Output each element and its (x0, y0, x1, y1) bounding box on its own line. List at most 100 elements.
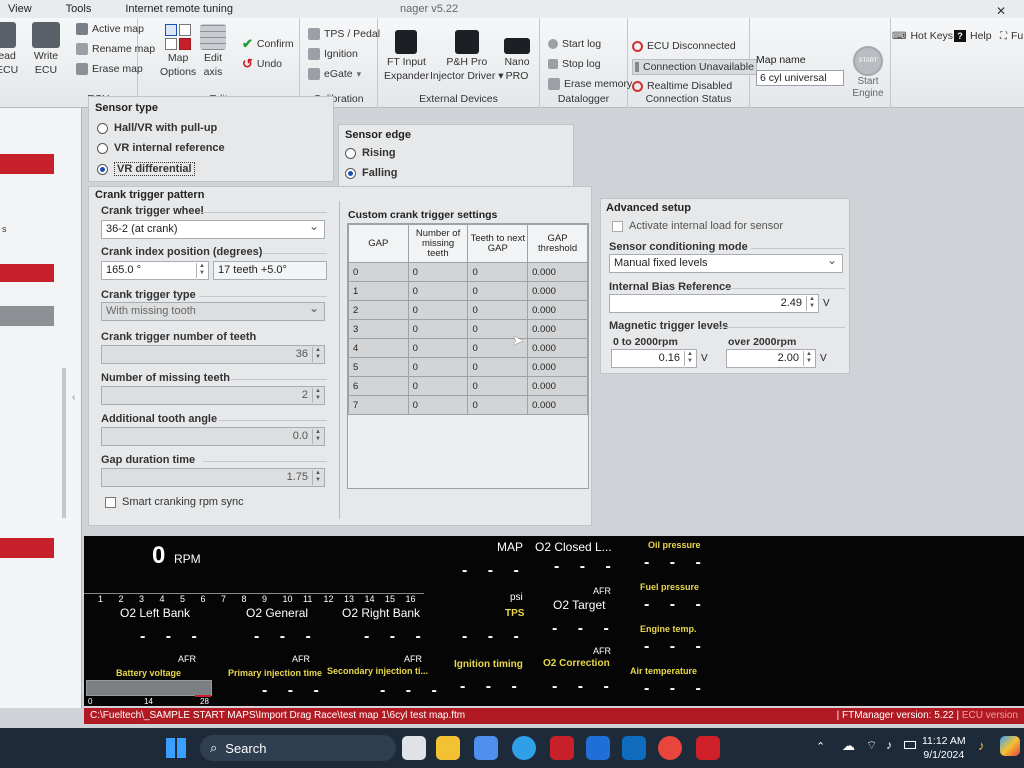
sidebar-item-grey[interactable] (0, 306, 54, 326)
table-cell[interactable]: 0 (407, 338, 469, 358)
table-cell[interactable]: 7 (348, 395, 409, 415)
ignition-button[interactable]: Ignition (308, 48, 358, 60)
battery-icon[interactable] (904, 741, 916, 749)
menu-internet-remote-tuning[interactable]: Internet remote tuning (125, 3, 233, 15)
magnetic-trigger-high-input[interactable]: 2.00 ▲ ▼ (726, 349, 816, 368)
notification-bell-icon[interactable]: ♪ (978, 738, 985, 753)
table-cell[interactable]: 0 (467, 300, 529, 320)
sensor-edge-option-rising[interactable]: Rising (345, 147, 396, 159)
table-cell[interactable]: 0.000 (527, 281, 588, 301)
hot-keys-button[interactable]: ⌨ Hot Keys (892, 30, 953, 42)
table-cell[interactable]: 0.000 (527, 300, 588, 320)
spinner-arrows-icon[interactable]: ▲ ▼ (312, 388, 323, 403)
menu-view[interactable]: View (8, 3, 32, 15)
table-cell[interactable]: 1 (348, 281, 409, 301)
sensor-type-option-2[interactable]: VR differential (97, 162, 195, 176)
table-cell[interactable]: 0 (407, 281, 469, 301)
copilot-icon[interactable] (1000, 736, 1020, 756)
ft-input-expander-button[interactable]: FT Input Expander (384, 30, 429, 82)
table-cell[interactable]: 6 (348, 376, 409, 396)
stop-log-button[interactable]: Stop log (548, 58, 601, 70)
menu-tools[interactable]: Tools (66, 3, 92, 15)
close-icon[interactable]: ✕ (996, 4, 1006, 18)
collapse-handle-icon[interactable]: ‹ (72, 392, 75, 403)
taskbar-clock[interactable]: 11:12 AM 9/1/2024 (922, 734, 966, 762)
table-cell[interactable]: 0 (407, 395, 469, 415)
task-view-icon[interactable] (402, 736, 426, 760)
cloud-icon[interactable]: ☁ (842, 738, 855, 754)
erase-map-button[interactable]: Erase map (76, 63, 143, 75)
wifi-icon[interactable]: ⌔ (866, 738, 877, 753)
table-cell[interactable]: 0.000 (527, 395, 588, 415)
map-name-field[interactable]: 6 cyl universal (756, 70, 844, 86)
spinner-arrows-icon[interactable]: ▲ ▼ (312, 429, 323, 444)
spinner-arrows-icon[interactable]: ▲ ▼ (806, 296, 817, 311)
table-cell[interactable]: 0.000 (527, 262, 588, 282)
ftmanager-icon[interactable] (696, 736, 720, 760)
table-cell[interactable]: 0 (467, 376, 529, 396)
table-cell[interactable]: 0 (467, 357, 529, 377)
table-cell[interactable]: 0 (467, 262, 529, 282)
table-cell[interactable]: 5 (348, 357, 409, 377)
table-cell[interactable]: 0.000 (527, 376, 588, 396)
crank-trigger-wheel-select[interactable]: 36-2 (at crank) (101, 219, 325, 239)
spinner-arrows-icon[interactable]: ▲ ▼ (312, 470, 323, 485)
table-cell[interactable]: 0 (407, 319, 469, 339)
spinner-arrows-icon[interactable]: ▲ ▼ (684, 351, 695, 366)
fullscreen-button[interactable]: ⛶ Fu (1000, 30, 1023, 42)
sidebar-scrollbar[interactable] (62, 368, 66, 518)
additional-tooth-angle-input[interactable]: 0.0 ▲ ▼ (101, 427, 325, 446)
mybp-app-icon[interactable] (586, 736, 610, 760)
volume-icon[interactable]: ♪ (886, 738, 892, 752)
undo-button[interactable]: ↺ Undo (242, 56, 282, 72)
help-button[interactable]: ? Help (954, 30, 992, 42)
sidebar-item-red-lower[interactable] (0, 538, 54, 558)
missing-teeth-input[interactable]: 2 ▲ ▼ (101, 386, 325, 405)
internal-bias-reference-input[interactable]: 2.49 ▲ ▼ (609, 294, 819, 313)
active-map-button[interactable]: Active map (76, 23, 144, 35)
crank-trigger-type-select[interactable]: With missing tooth (101, 301, 325, 321)
outlook-icon[interactable] (622, 736, 646, 760)
table-cell[interactable]: 0 (348, 262, 409, 282)
crank-trigger-teeth-input[interactable]: 36 ▲ ▼ (101, 345, 325, 364)
smart-cranking-checkbox[interactable]: Smart cranking rpm sync (105, 496, 244, 508)
tps-pedal-button[interactable]: TPS / Pedal (308, 28, 380, 40)
table-cell[interactable]: 0 (407, 357, 469, 377)
confirm-button[interactable]: ✔ Confirm (242, 36, 294, 52)
table-cell[interactable]: 0.000 (527, 319, 588, 339)
table-cell[interactable]: 0 (407, 376, 469, 396)
gap-duration-time-input[interactable]: 1.75 ▲ ▼ (101, 468, 325, 487)
sensor-edge-option-falling[interactable]: Falling (345, 167, 397, 179)
table-cell[interactable]: 2 (348, 300, 409, 320)
table-cell[interactable]: 3 (348, 319, 409, 339)
map-options-button[interactable]: Map Options (160, 24, 196, 78)
table-cell[interactable]: 0.000 (527, 357, 588, 377)
spinner-arrows-icon[interactable]: ▲ ▼ (803, 351, 814, 366)
table-cell[interactable]: 0 (467, 281, 529, 301)
start-log-button[interactable]: Start log (548, 38, 601, 50)
spinner-arrows-icon[interactable]: ▲ ▼ (196, 263, 207, 278)
spinner-arrows-icon[interactable]: ▲ ▼ (312, 347, 323, 362)
write-ecu-button[interactable]: Write ECU (32, 22, 60, 76)
taskbar-search[interactable]: ⌕ Search (200, 735, 396, 761)
help-app-icon[interactable] (512, 736, 536, 760)
store-icon[interactable] (474, 736, 498, 760)
activate-internal-load-checkbox[interactable]: Activate internal load for sensor (612, 220, 783, 232)
table-cell[interactable]: 4 (348, 338, 409, 358)
sidebar-item-red[interactable] (0, 264, 54, 282)
magnetic-trigger-low-input[interactable]: 0.16 ▲ ▼ (611, 349, 697, 368)
chrome-icon[interactable] (658, 736, 682, 760)
sidebar-item-partial[interactable]: s (2, 224, 7, 234)
sidebar-item-active[interactable] (0, 154, 54, 174)
mcafee-icon[interactable] (550, 736, 574, 760)
file-explorer-icon[interactable] (436, 736, 460, 760)
nano-pro-button[interactable]: Nano PRO (504, 38, 530, 82)
sensor-type-option-1[interactable]: VR internal reference (97, 142, 225, 154)
crank-index-position-input[interactable]: 165.0 ° ▲ ▼ (101, 261, 209, 280)
erase-memory-button[interactable]: Erase memory (548, 78, 632, 90)
read-ecu-button[interactable]: ead ECU (0, 22, 18, 76)
table-cell[interactable]: 0 (467, 395, 529, 415)
ph-pro-injector-driver-button[interactable]: P&H Pro Injector Driver ▾ (430, 30, 504, 82)
windows-start-icon[interactable] (166, 738, 186, 758)
start-engine-button[interactable]: START (853, 46, 883, 76)
